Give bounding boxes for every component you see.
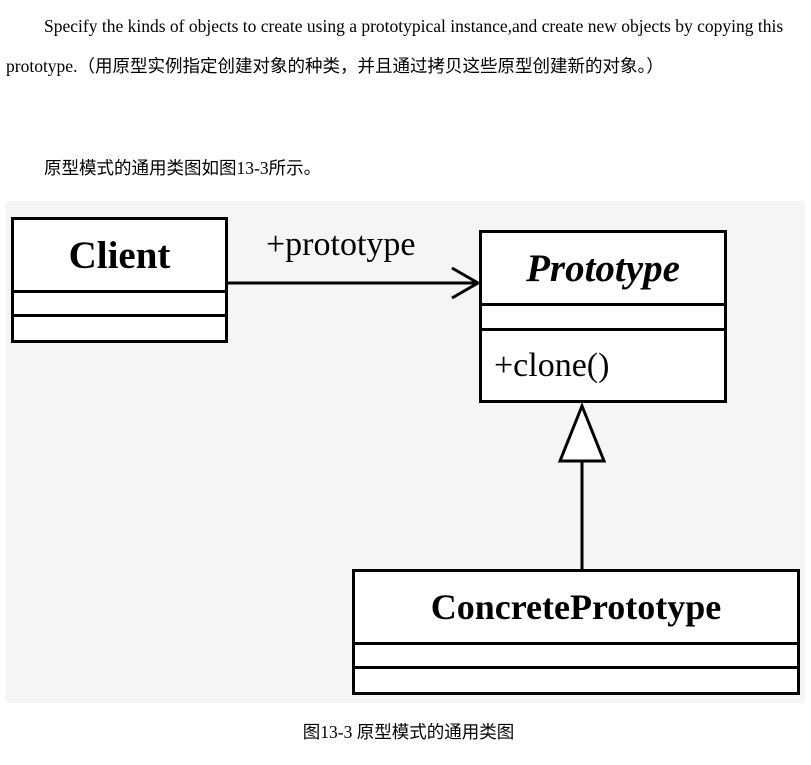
diagram-connectors [228,266,607,569]
figure-caption: 图13-3 原型模式的通用类图 [302,722,515,742]
generalization-triangle [557,401,607,463]
association-label: +prototype [266,226,416,263]
